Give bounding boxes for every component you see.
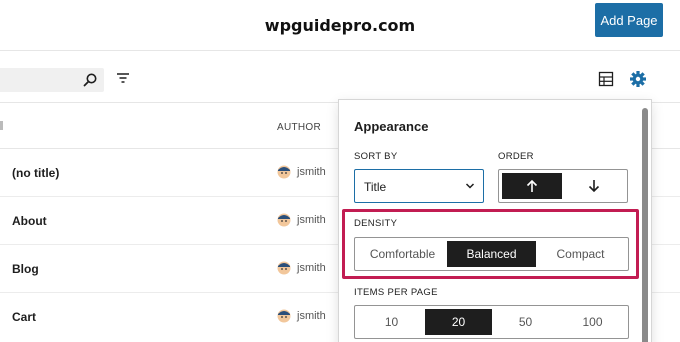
avatar <box>277 213 291 227</box>
density-toggle-group: Comfortable Balanced Compact <box>354 237 629 271</box>
order-descending-button[interactable] <box>564 173 624 199</box>
column-header-stub <box>0 121 3 130</box>
panel-heading: Appearance <box>354 119 429 134</box>
panel-scrollbar[interactable] <box>642 108 648 342</box>
settings-icon[interactable] <box>629 70 647 88</box>
density-label: DENSITY <box>354 218 398 229</box>
avatar <box>277 309 291 323</box>
row-title[interactable]: Blog <box>12 262 39 276</box>
items-per-page-50[interactable]: 50 <box>492 309 559 335</box>
density-balanced-option[interactable]: Balanced <box>447 241 536 267</box>
row-title[interactable]: (no title) <box>12 166 59 180</box>
sort-by-select[interactable]: Title <box>354 169 484 203</box>
avatar <box>277 165 291 179</box>
row-title[interactable]: About <box>12 214 47 228</box>
avatar <box>277 261 291 275</box>
density-compact-option[interactable]: Compact <box>536 241 625 267</box>
arrow-down-icon <box>588 180 600 193</box>
order-ascending-button[interactable] <box>502 173 562 199</box>
appearance-panel: Appearance SORT BY ORDER Title DENSITY C… <box>338 99 652 342</box>
density-comfortable-option[interactable]: Comfortable <box>358 241 447 267</box>
author-column-header[interactable]: AUTHOR <box>277 122 321 133</box>
items-per-page-10[interactable]: 10 <box>358 309 425 335</box>
items-per-page-100[interactable]: 100 <box>559 309 626 335</box>
watermark: wpguidepro.com <box>264 16 416 35</box>
row-author: jsmith <box>297 310 326 322</box>
search-input[interactable] <box>0 68 104 92</box>
items-per-page-label: ITEMS PER PAGE <box>354 287 438 298</box>
sort-by-value: Title <box>364 180 387 194</box>
add-page-button[interactable]: Add Page <box>595 3 663 37</box>
row-author: jsmith <box>297 262 326 274</box>
search-icon[interactable] <box>82 72 98 88</box>
filter-icon[interactable] <box>116 71 130 85</box>
chevron-down-icon <box>465 183 475 189</box>
top-bar: wpguidepro.com Add Page <box>0 0 680 51</box>
row-title[interactable]: Cart <box>12 310 36 324</box>
toolbar <box>0 51 680 103</box>
order-toggle-group <box>498 169 628 203</box>
arrow-up-icon <box>526 179 538 192</box>
row-author: jsmith <box>297 214 326 226</box>
items-per-page-toggle-group: 10 20 50 100 <box>354 305 629 339</box>
table-view-icon[interactable] <box>598 71 614 87</box>
row-author: jsmith <box>297 166 326 178</box>
items-per-page-20[interactable]: 20 <box>425 309 492 335</box>
sort-by-label: SORT BY <box>354 151 398 162</box>
order-label: ORDER <box>498 151 534 162</box>
